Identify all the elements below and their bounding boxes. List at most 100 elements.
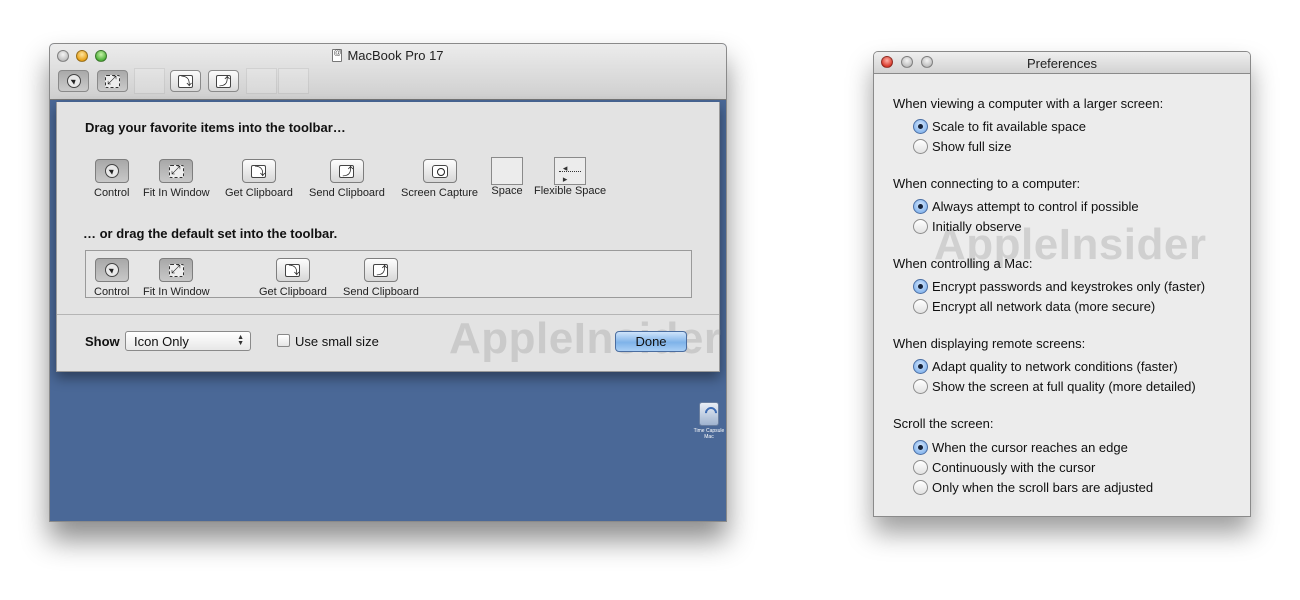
send-clipboard-item-box — [329, 159, 364, 183]
radio-continuously[interactable]: Continuously with the cursor — [913, 460, 1095, 475]
customize-toolbar-sheet: Drag your favorite items into the toolba… — [56, 102, 721, 372]
radio-unselected[interactable] — [913, 139, 928, 154]
get-clipboard-item-box — [241, 159, 276, 183]
get-clipboard-item-box — [275, 258, 310, 282]
toolbar-control-button[interactable] — [58, 70, 89, 92]
radio-encrypt-passwords[interactable]: Encrypt passwords and keystrokes only (f… — [913, 279, 1205, 294]
time-capsule-desktop-icon[interactable]: Time Capsule Mac — [690, 402, 726, 440]
radio-selected[interactable] — [913, 199, 928, 214]
default-item-label: Send Clipboard — [343, 286, 419, 298]
default-item-label: Control — [94, 286, 130, 298]
section-title-remote-screens: When displaying remote screens: — [893, 336, 1086, 351]
palette-item-get-clipboard[interactable]: Get Clipboard — [225, 159, 293, 199]
radio-scale-to-fit[interactable]: Scale to fit available space — [913, 119, 1086, 134]
radio-always-control[interactable]: Always attempt to control if possible — [913, 199, 1139, 214]
radio-label: When the cursor reaches an edge — [932, 440, 1128, 455]
updown-arrows-icon: ▲ ▼ — [237, 334, 244, 347]
toolbar-send-clipboard-button[interactable] — [208, 70, 239, 92]
space-icon — [491, 157, 523, 185]
default-set-strip[interactable]: Control Fit In Window Get Clipboard Send… — [85, 250, 692, 298]
send-clipboard-item-box — [363, 258, 398, 282]
window-title-text: MacBook Pro 17 — [347, 48, 444, 63]
send-clipboard-icon — [339, 163, 355, 179]
show-select-value: Icon Only — [134, 334, 189, 349]
toolbar-fit-window-button[interactable] — [97, 70, 128, 92]
done-button[interactable]: Done — [615, 331, 687, 352]
radio-label: Show full size — [932, 139, 1012, 154]
toolbar-get-clipboard-button[interactable] — [170, 70, 201, 92]
palette-item-flexible-space[interactable]: Flexible Space — [534, 157, 606, 197]
preferences-window: Preferences AppleInsider When viewing a … — [873, 51, 1251, 517]
radio-unselected[interactable] — [913, 460, 928, 475]
window-title: MacBook Pro 17 — [50, 48, 726, 63]
get-clipboard-icon — [251, 163, 267, 179]
get-clipboard-icon — [178, 73, 193, 89]
radio-encrypt-all[interactable]: Encrypt all network data (more secure) — [913, 299, 1155, 314]
send-clipboard-icon — [373, 262, 389, 278]
radio-full-quality[interactable]: Show the screen at full quality (more de… — [913, 379, 1196, 394]
send-clipboard-icon — [216, 73, 231, 89]
radio-unselected[interactable] — [913, 299, 928, 314]
default-item-get-clipboard: Get Clipboard — [259, 258, 327, 298]
palette-item-label: Fit In Window — [143, 187, 210, 199]
show-label: Show — [85, 334, 120, 349]
radio-unselected[interactable] — [913, 480, 928, 495]
radio-label: Show the screen at full quality (more de… — [932, 379, 1196, 394]
get-clipboard-icon — [285, 262, 301, 278]
palette-item-space[interactable]: Space — [491, 157, 523, 197]
macbook-window: MacBook Pro 17 Drag your favorite items … — [49, 43, 727, 522]
radio-label: Always attempt to control if possible — [932, 199, 1139, 214]
palette-item-label: Flexible Space — [534, 185, 607, 197]
sheet-heading-favorites: Drag your favorite items into the toolba… — [85, 120, 346, 135]
radio-unselected[interactable] — [913, 379, 928, 394]
sheet-heading-default-set: … or drag the default set into the toolb… — [83, 226, 338, 241]
radio-label: Encrypt all network data (more secure) — [932, 299, 1156, 314]
show-select[interactable]: Icon Only ▲ ▼ — [125, 331, 251, 351]
radio-unselected[interactable] — [913, 219, 928, 234]
document-icon — [332, 48, 343, 62]
radio-selected[interactable] — [913, 279, 928, 294]
control-item-box — [94, 159, 129, 183]
palette-item-label: Space — [491, 185, 523, 197]
screen-capture-item-box — [422, 159, 457, 183]
fit-item-box — [159, 258, 194, 282]
radio-label: Encrypt passwords and keystrokes only (f… — [932, 279, 1206, 294]
radio-scroll-bars[interactable]: Only when the scroll bars are adjusted — [913, 480, 1153, 495]
section-title-larger-screen: When viewing a computer with a larger sc… — [893, 96, 1164, 111]
control-icon — [66, 74, 81, 88]
fit-in-window-icon — [105, 73, 120, 88]
fit-in-window-icon — [168, 163, 184, 178]
radio-selected[interactable] — [913, 359, 928, 374]
radio-adapt-quality[interactable]: Adapt quality to network conditions (fas… — [913, 359, 1178, 374]
flexible-space-icon — [554, 157, 587, 185]
screen-capture-icon — [431, 164, 448, 178]
palette-item-screen-capture[interactable]: Screen Capture — [401, 159, 478, 199]
default-item-fit-in-window: Fit In Window — [143, 258, 210, 298]
radio-selected[interactable] — [913, 119, 928, 134]
radio-selected[interactable] — [913, 440, 928, 455]
toolbar-space — [134, 68, 165, 94]
default-item-control: Control — [94, 258, 129, 298]
radio-label: Adapt quality to network conditions (fas… — [932, 359, 1178, 374]
fit-in-window-icon — [168, 262, 184, 277]
palette-item-label: Send Clipboard — [309, 187, 385, 199]
section-title-controlling-mac: When controlling a Mac: — [893, 256, 1033, 271]
section-title-connecting: When connecting to a computer: — [893, 176, 1081, 191]
toolbar-space — [246, 68, 277, 94]
radio-label: Only when the scroll bars are adjusted — [932, 480, 1154, 495]
control-icon — [104, 164, 119, 178]
use-small-size-checkbox[interactable] — [277, 334, 290, 347]
default-item-send-clipboard: Send Clipboard — [343, 258, 419, 298]
palette-item-label: Screen Capture — [401, 187, 479, 199]
control-icon — [104, 263, 119, 277]
use-small-size-label[interactable]: Use small size — [295, 334, 379, 349]
palette-item-send-clipboard[interactable]: Send Clipboard — [309, 159, 385, 199]
window-titlebar: MacBook Pro 17 — [50, 44, 726, 100]
radio-show-full-size[interactable]: Show full size — [913, 139, 1011, 154]
palette-item-control[interactable]: Control — [94, 159, 129, 199]
radio-label: Scale to fit available space — [932, 119, 1086, 134]
radio-initially-observe[interactable]: Initially observe — [913, 219, 1022, 234]
palette-item-label: Control — [94, 187, 130, 199]
radio-cursor-edge[interactable]: When the cursor reaches an edge — [913, 440, 1128, 455]
palette-item-fit-in-window[interactable]: Fit In Window — [143, 159, 210, 199]
